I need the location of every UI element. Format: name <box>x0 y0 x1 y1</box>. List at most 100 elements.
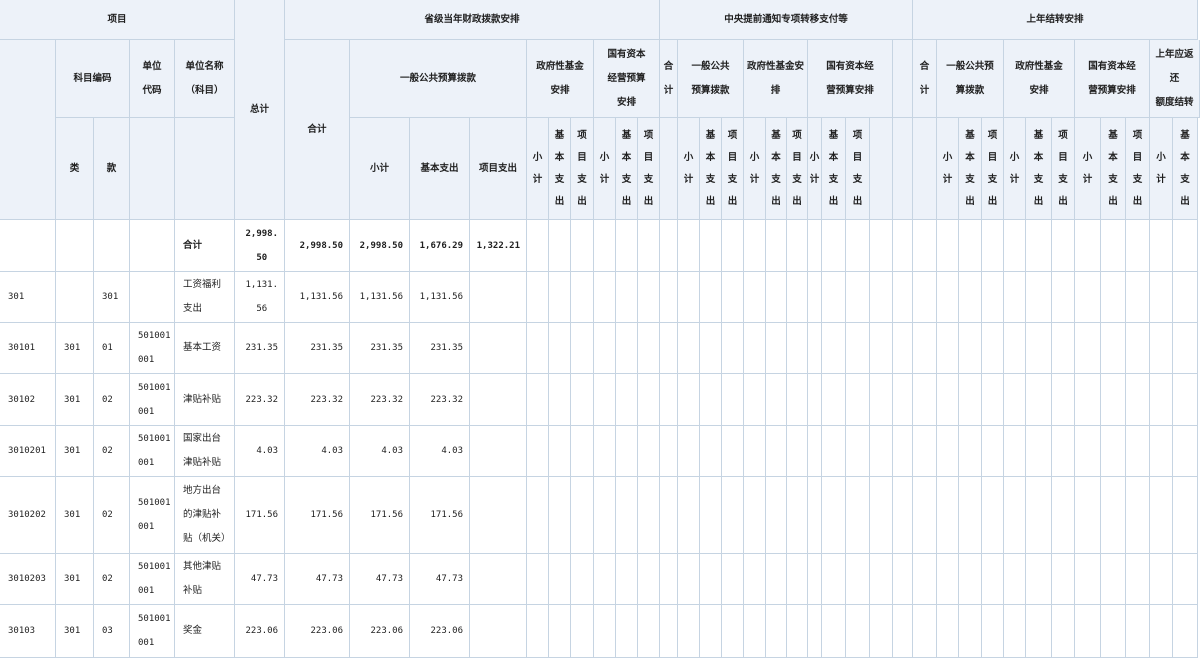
row-empty-cell <box>1026 220 1052 272</box>
row-g1-heji: 2,998.50 <box>285 220 350 272</box>
row-total: 1,131. 56 <box>235 272 285 323</box>
row-total: 171.56 <box>235 477 285 554</box>
row-empty-cell <box>822 374 846 426</box>
row-empty-cell <box>1101 272 1126 323</box>
row-empty-cell <box>549 272 571 323</box>
row-empty-cell <box>822 272 846 323</box>
row-empty-cell <box>660 426 678 477</box>
row-empty-cell <box>808 374 822 426</box>
row-empty-cell <box>913 605 937 658</box>
row-code: 30101 <box>0 323 56 374</box>
row-empty-cell <box>982 477 1004 554</box>
row-empty-cell <box>549 323 571 374</box>
row-lei: 301 <box>56 554 94 605</box>
row-empty-cell <box>893 323 913 374</box>
row-empty-cell <box>982 374 1004 426</box>
row-code: 3010202 <box>0 477 56 554</box>
row-empty-cell <box>638 323 660 374</box>
header-xiangmu: 项目 <box>0 0 235 40</box>
row-g1-xiaoji: 231.35 <box>350 323 410 374</box>
row-empty-cell <box>787 220 808 272</box>
row-empty-cell <box>937 477 959 554</box>
row-empty-cell <box>660 323 678 374</box>
row-name: 其他津贴 补贴 <box>175 554 235 605</box>
row-empty-cell <box>1004 605 1026 658</box>
row-empty-cell <box>549 554 571 605</box>
row-g1-heji: 1,131.56 <box>285 272 350 323</box>
row-empty-cell <box>1004 426 1026 477</box>
header-unit-name-sub <box>175 118 235 220</box>
row-empty-cell <box>527 426 549 477</box>
row-empty-cell <box>766 220 787 272</box>
row-empty-cell <box>959 323 982 374</box>
header-sub-xiaoji-12: 小计 <box>808 118 822 220</box>
row-empty-cell <box>1075 374 1101 426</box>
row-empty-cell <box>1126 605 1150 658</box>
row-g1-jiben: 1,131.56 <box>410 272 470 323</box>
row-empty-cell <box>678 272 700 323</box>
row-empty-cell <box>744 605 766 658</box>
row-empty-cell <box>722 605 744 658</box>
header-blank-code <box>0 40 56 220</box>
row-empty-cell <box>982 323 1004 374</box>
row-g1-xiangmu <box>470 554 527 605</box>
row-empty-cell <box>1026 374 1052 426</box>
row-empty-cell <box>744 554 766 605</box>
row-empty-cell <box>1052 220 1075 272</box>
header-g1-xiaoji: 小计 <box>350 118 410 220</box>
row-empty-cell <box>700 605 722 658</box>
row-empty-cell <box>678 220 700 272</box>
row-empty-cell <box>959 220 982 272</box>
header-sub-jiben-1: 基本支出 <box>549 118 571 220</box>
row-empty-cell <box>700 374 722 426</box>
header-sub-xiangmu-23: 项目支出 <box>1126 118 1150 220</box>
row-empty-cell <box>846 554 870 605</box>
row-empty-cell <box>616 477 638 554</box>
row-empty-cell <box>616 220 638 272</box>
row-empty-cell <box>846 477 870 554</box>
header-g3-fhjz: 上年应返还 额度结转 <box>1150 40 1200 118</box>
row-empty-cell <box>1173 272 1198 323</box>
row-empty-cell <box>893 477 913 554</box>
header-g2-heji: 合计 <box>660 40 678 118</box>
row-empty-cell <box>1052 272 1075 323</box>
header-g3-gyzb: 国有资本经 营预算安排 <box>1075 40 1150 118</box>
row-empty-cell <box>1052 426 1075 477</box>
row-empty-cell <box>1004 220 1026 272</box>
row-name: 基本工资 <box>175 323 235 374</box>
row-code: 301 <box>0 272 56 323</box>
row-empty-cell <box>870 605 893 658</box>
header-sub-xiangmu-11: 项目支出 <box>787 118 808 220</box>
row-empty-cell <box>700 426 722 477</box>
header-sub-xiangmu-17: 项目支出 <box>982 118 1004 220</box>
row-empty-cell <box>1150 554 1173 605</box>
row-g1-heji: 223.32 <box>285 374 350 426</box>
row-unit-code: 501001 001 <box>130 374 175 426</box>
row-lei <box>56 272 94 323</box>
header-sub-jiben-4: 基本支出 <box>616 118 638 220</box>
header-g2-zfxjj: 政府性基金安排 <box>744 40 808 118</box>
row-code: 3010201 <box>0 426 56 477</box>
row-empty-cell <box>1126 220 1150 272</box>
row-empty-cell <box>1052 605 1075 658</box>
header-g2-blank-sub <box>893 118 913 220</box>
row-empty-cell <box>571 272 594 323</box>
header-kuan: 款 <box>94 118 130 220</box>
row-empty-cell <box>1126 374 1150 426</box>
header-g3-heji-sub <box>913 118 937 220</box>
row-empty-cell <box>787 272 808 323</box>
row-empty-cell <box>594 554 616 605</box>
row-name: 奖金 <box>175 605 235 658</box>
row-g1-heji: 171.56 <box>285 477 350 554</box>
row-empty-cell <box>1075 272 1101 323</box>
row-unit-code: 501001 001 <box>130 426 175 477</box>
header-g1-ybgg: 一般公共预算拨款 <box>350 40 527 118</box>
row-empty-cell <box>787 426 808 477</box>
row-g1-heji: 231.35 <box>285 323 350 374</box>
row-empty-cell <box>1150 374 1173 426</box>
row-lei <box>56 220 94 272</box>
row-empty-cell <box>571 323 594 374</box>
row-empty-cell <box>982 272 1004 323</box>
row-empty-cell <box>1101 426 1126 477</box>
row-empty-cell <box>1150 605 1173 658</box>
